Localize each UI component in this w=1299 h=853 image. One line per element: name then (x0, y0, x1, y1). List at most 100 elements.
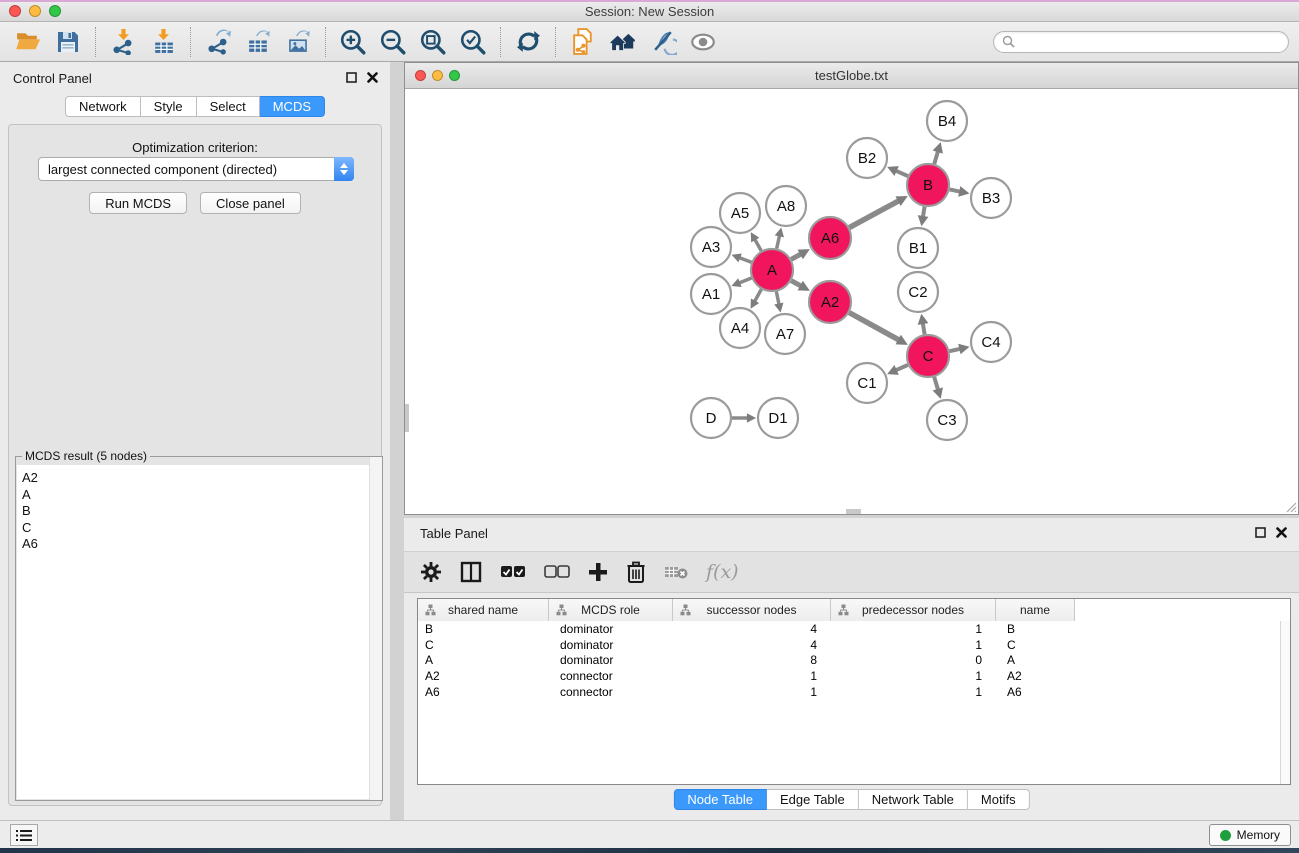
hide-labels-button[interactable] (643, 24, 683, 60)
open-file-button[interactable] (8, 24, 48, 60)
tab-node-table[interactable]: Node Table (673, 789, 767, 810)
graph-edge-A-A7[interactable] (776, 292, 779, 305)
table-cell[interactable]: 1 (831, 622, 996, 636)
show-columns-button[interactable] (460, 557, 482, 587)
table-cell[interactable]: 0 (831, 653, 996, 667)
zoom-out-button[interactable] (373, 24, 413, 60)
delete-table-button[interactable] (664, 557, 688, 587)
export-image-button[interactable] (278, 24, 318, 60)
table-row[interactable]: Adominator80A (418, 653, 1290, 669)
table-cell[interactable]: B (418, 622, 549, 636)
import-network-button[interactable] (103, 24, 143, 60)
float-panel-icon[interactable] (346, 72, 357, 83)
column-header-name[interactable]: name (996, 599, 1075, 621)
close-view-icon[interactable] (415, 70, 426, 81)
network-from-selection-button[interactable] (563, 24, 603, 60)
graph-edge-B-B4[interactable] (934, 151, 938, 164)
show-graphics-details-button[interactable] (683, 24, 723, 60)
function-builder-button[interactable]: f(x) (706, 557, 739, 587)
graph-edge-A6-B[interactable] (849, 201, 899, 228)
result-item[interactable]: B (17, 503, 381, 520)
tab-select[interactable]: Select (197, 96, 260, 117)
table-cell[interactable]: A6 (418, 685, 549, 699)
maximize-window-icon[interactable] (49, 5, 61, 17)
graph-edge-A-A3[interactable] (739, 258, 751, 263)
search-input[interactable] (1020, 34, 1280, 50)
table-cell[interactable]: 8 (673, 653, 831, 667)
close-panel-button[interactable]: Close panel (200, 192, 301, 214)
import-table-button[interactable] (143, 24, 183, 60)
column-header-mcds-role[interactable]: MCDS role (549, 599, 673, 621)
tab-motifs[interactable]: Motifs (968, 789, 1030, 810)
graph-edge-B-B1[interactable] (923, 207, 925, 217)
graph-edge-A-A4[interactable] (755, 289, 762, 301)
graph-edge-C-C3[interactable] (934, 377, 938, 390)
table-cell[interactable]: A2 (996, 669, 1075, 683)
close-window-icon[interactable] (9, 5, 21, 17)
network-window-titlebar[interactable]: testGlobe.txt (405, 63, 1298, 89)
graph-edge-C-C4[interactable] (949, 349, 960, 351)
refresh-button[interactable] (508, 24, 548, 60)
table-options-button[interactable] (420, 557, 442, 587)
graph-edge-B-B3[interactable] (950, 189, 961, 191)
table-cell[interactable]: 4 (673, 622, 831, 636)
table-row[interactable]: A6connector11A6 (418, 684, 1290, 700)
zoom-in-button[interactable] (333, 24, 373, 60)
delete-columns-button[interactable] (626, 557, 646, 587)
table-cell[interactable]: 1 (673, 685, 831, 699)
table-scrollbar[interactable] (1280, 621, 1290, 784)
column-header-successor-nodes[interactable]: successor nodes (673, 599, 831, 621)
graph-edge-A-A1[interactable] (739, 278, 752, 283)
table-cell[interactable]: C (996, 638, 1075, 652)
result-item[interactable]: C (17, 520, 381, 537)
column-header-shared-name[interactable]: shared name (418, 599, 549, 621)
table-cell[interactable]: dominator (549, 622, 673, 636)
resize-grip[interactable] (1283, 499, 1297, 513)
table-cell[interactable]: 1 (831, 638, 996, 652)
table-cell[interactable]: 1 (831, 669, 996, 683)
result-scrollbar[interactable] (369, 457, 382, 800)
table-cell[interactable]: 4 (673, 638, 831, 652)
save-session-button[interactable] (48, 24, 88, 60)
table-cell[interactable]: dominator (549, 653, 673, 667)
deselect-all-checkboxes-button[interactable] (544, 557, 570, 587)
graph-edge-A-A2[interactable] (791, 281, 801, 286)
table-cell[interactable]: 1 (673, 669, 831, 683)
select-all-checkboxes-button[interactable] (500, 557, 526, 587)
close-panel-icon[interactable] (367, 72, 378, 83)
graph-edge-B-B2[interactable] (896, 171, 908, 176)
maximize-view-icon[interactable] (449, 70, 460, 81)
graph-edge-A-A6[interactable] (791, 254, 801, 259)
zoom-fit-button[interactable] (413, 24, 453, 60)
table-cell[interactable]: connector (549, 685, 673, 699)
home-view-button[interactable] (603, 24, 643, 60)
table-cell[interactable]: A6 (996, 685, 1075, 699)
table-row[interactable]: A2connector11A2 (418, 668, 1290, 684)
column-header-predecessor-nodes[interactable]: predecessor nodes (831, 599, 996, 621)
graph-edge-A-A5[interactable] (755, 239, 761, 251)
export-table-button[interactable] (238, 24, 278, 60)
run-mcds-button[interactable]: Run MCDS (89, 192, 187, 214)
minimize-view-icon[interactable] (432, 70, 443, 81)
add-column-button[interactable] (588, 557, 608, 587)
memory-button[interactable]: Memory (1209, 824, 1291, 846)
table-cell[interactable]: A2 (418, 669, 549, 683)
minimize-window-icon[interactable] (29, 5, 41, 17)
tab-network[interactable]: Network (65, 96, 141, 117)
table-cell[interactable]: 1 (831, 685, 996, 699)
graph-edge-C-C1[interactable] (896, 365, 908, 370)
tab-style[interactable]: Style (141, 96, 197, 117)
close-panel-icon[interactable] (1276, 527, 1287, 538)
table-cell[interactable]: B (996, 622, 1075, 636)
graph-edge-A2-C[interactable] (849, 313, 899, 340)
table-cell[interactable]: connector (549, 669, 673, 683)
tab-network-table[interactable]: Network Table (859, 789, 968, 810)
table-cell[interactable]: C (418, 638, 549, 652)
result-item[interactable]: A (17, 487, 381, 504)
zoom-selected-button[interactable] (453, 24, 493, 60)
table-cell[interactable]: A (996, 653, 1075, 667)
tab-edge-table[interactable]: Edge Table (767, 789, 859, 810)
network-canvas[interactable]: B4B2BB3A8A5A6A3B1AC2A1A2A4A7C4CC1DD1C3 (405, 90, 1298, 514)
table-row[interactable]: Bdominator41B (418, 621, 1290, 637)
float-panel-icon[interactable] (1255, 527, 1266, 538)
